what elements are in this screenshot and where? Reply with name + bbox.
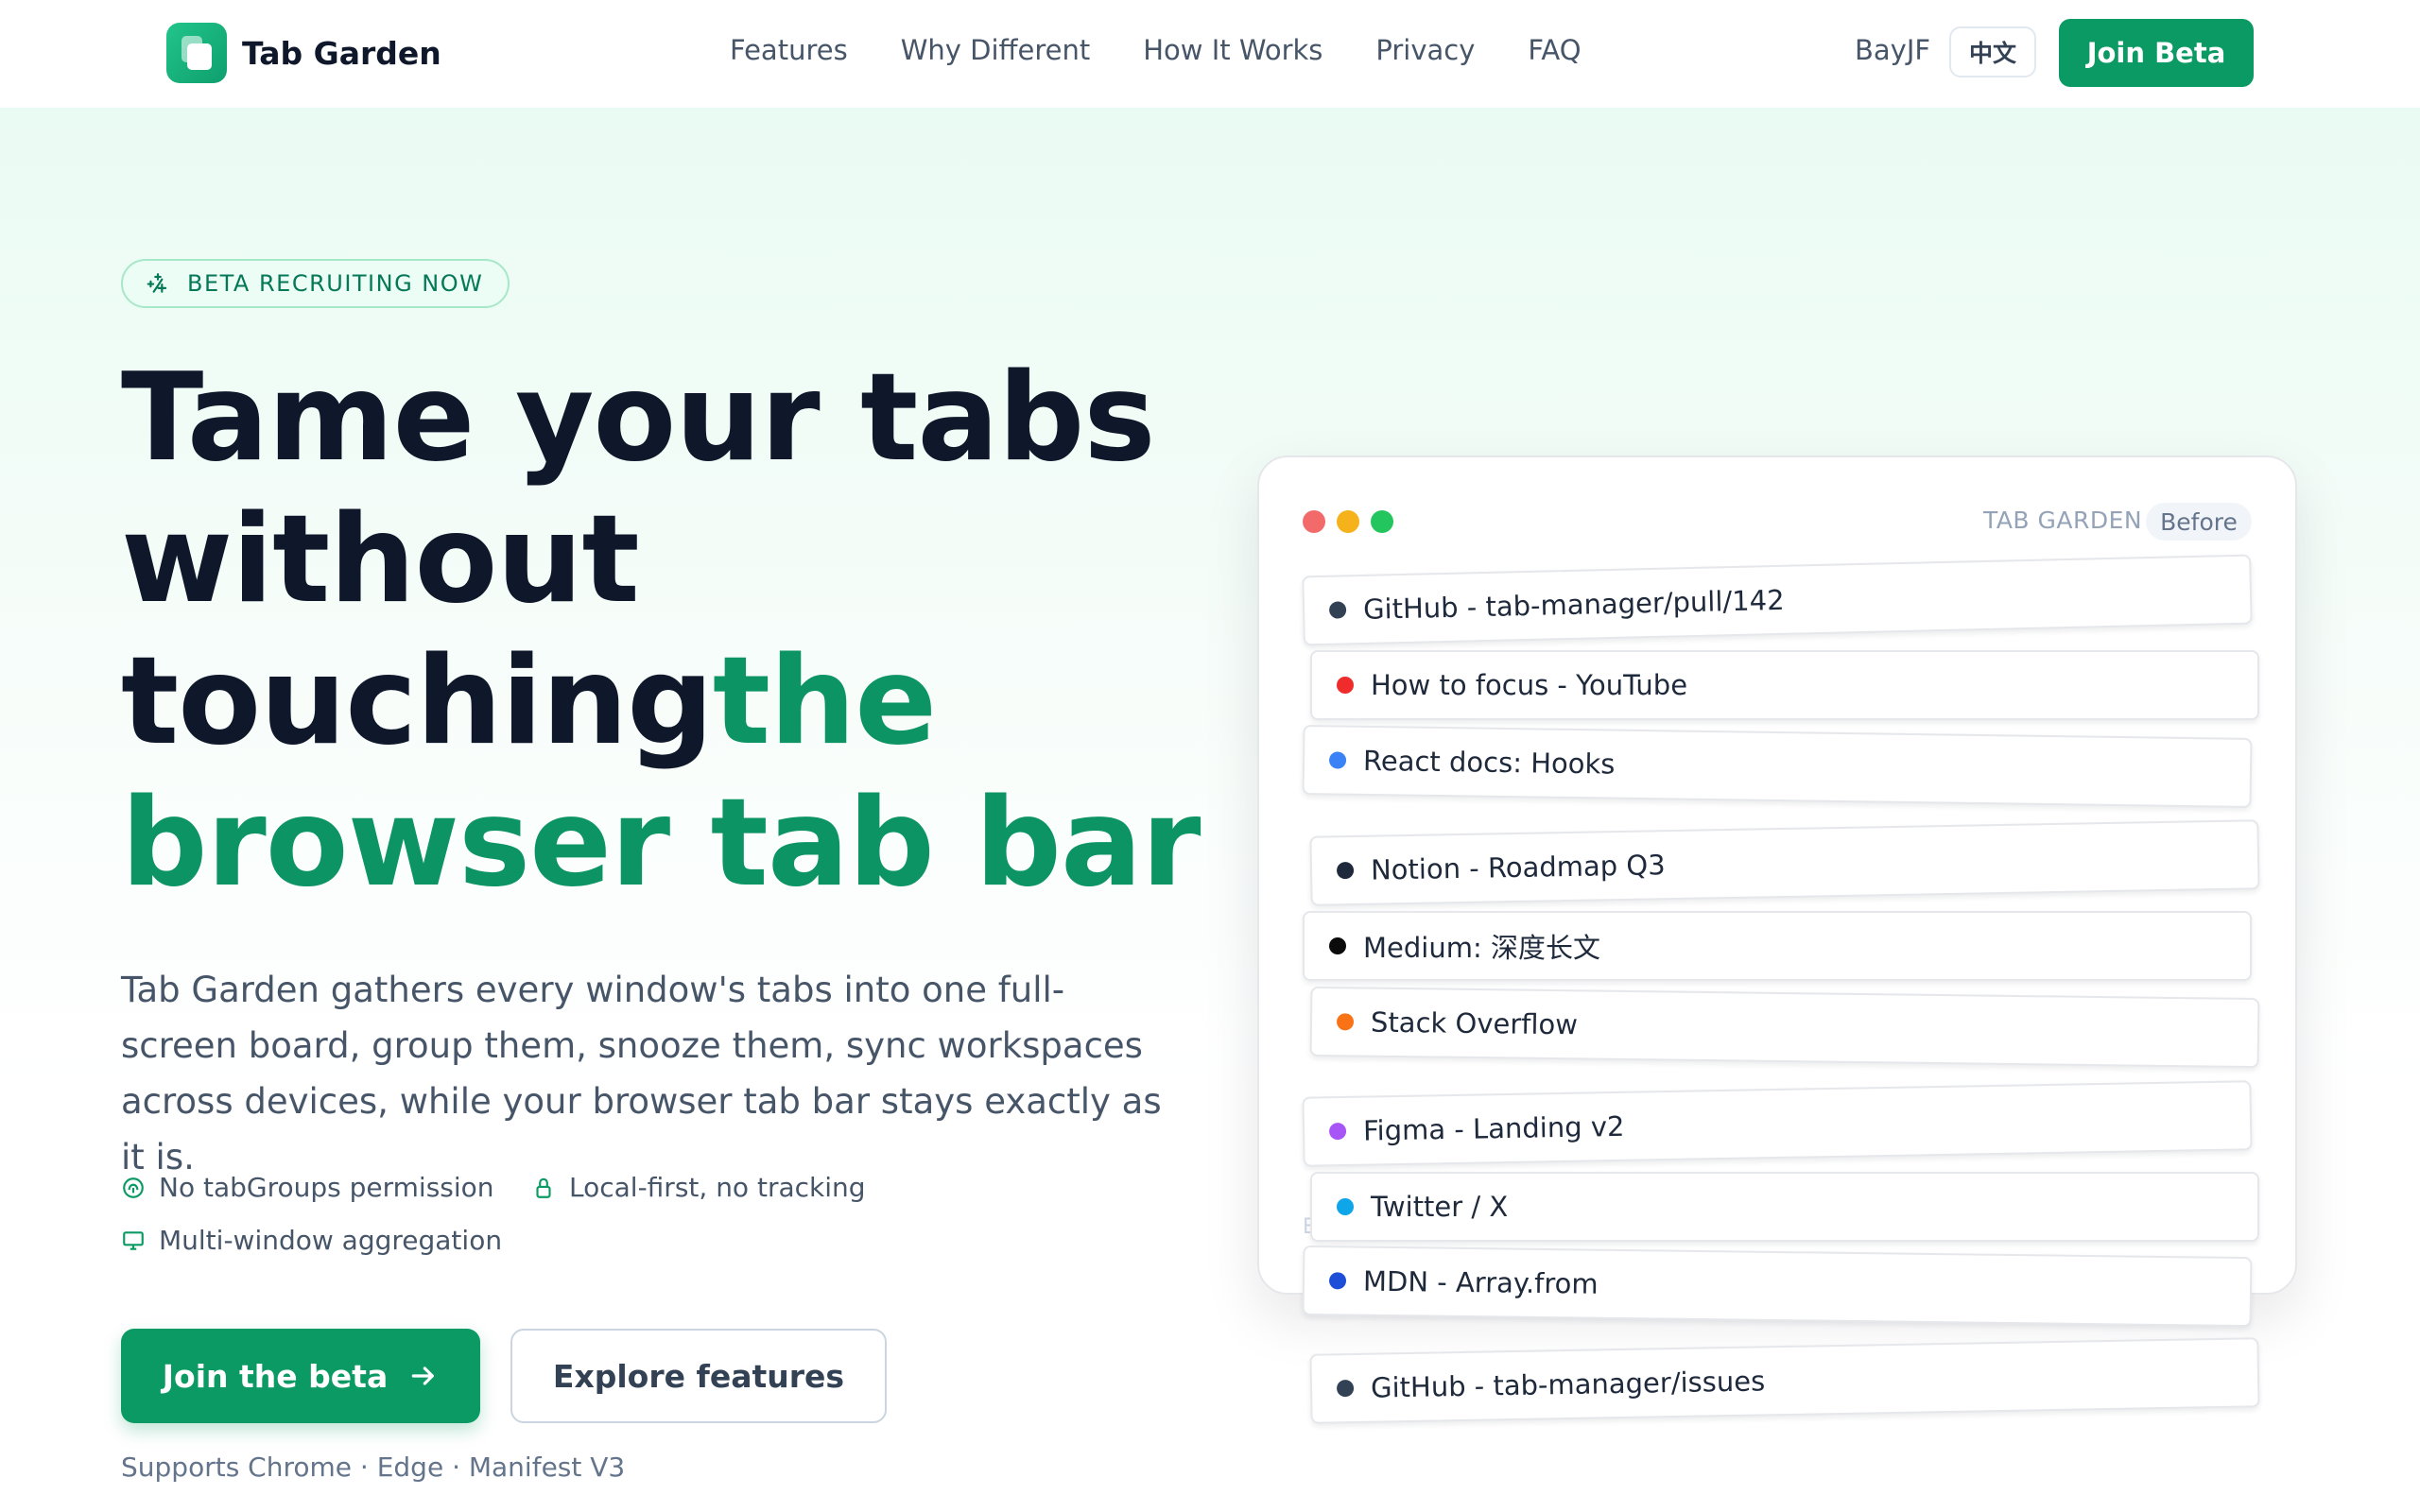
tab-card-label: GitHub - tab-manager/pull/142 — [1362, 583, 1785, 626]
browser-support-note: Supports Chrome · Edge · Manifest V3 — [121, 1452, 626, 1483]
feature-label: Multi-window aggregation — [159, 1225, 503, 1256]
feature-item: Local-first, no tracking — [531, 1172, 866, 1203]
feature-label: No tabGroups permission — [159, 1172, 494, 1203]
arrow-right-icon — [411, 1366, 435, 1385]
nav-faq[interactable]: FAQ — [1528, 34, 1581, 66]
before-state-pill: Before — [2146, 503, 2252, 541]
language-toggle-button[interactable]: 中文 — [1949, 26, 2036, 77]
tab-card[interactable]: Medium: 深度长文 — [1303, 911, 2252, 981]
nav-why-different[interactable]: Why Different — [901, 34, 1091, 66]
close-dot-icon — [1303, 510, 1325, 533]
hero-subtitle: Tab Garden gathers every window's tabs i… — [121, 970, 1162, 1177]
tab-card[interactable]: Twitter / X — [1310, 1172, 2259, 1242]
beta-badge: BETA RECRUITING NOW — [121, 259, 510, 308]
favicon-dot-icon — [1336, 1379, 1355, 1398]
top-nav-bar: Tab Garden Features Why Different How It… — [0, 0, 2420, 108]
favicon-dot-icon — [1328, 1122, 1347, 1141]
favicon-dot-icon — [1328, 1272, 1347, 1290]
sparkles-icon — [147, 273, 167, 293]
tab-card-label: GitHub - tab-manager/issues — [1370, 1365, 1766, 1404]
tab-card[interactable]: MDN - Array.from — [1302, 1245, 2253, 1328]
tab-card[interactable]: React docs: Hooks — [1302, 724, 2253, 809]
feature-item: Multi-window aggregation — [121, 1225, 502, 1256]
tab-garden-logo-icon — [166, 23, 227, 83]
maximize-dot-icon — [1371, 510, 1393, 533]
favicon-dot-icon — [1337, 677, 1354, 694]
beta-badge-label: BETA RECRUITING NOW — [187, 270, 484, 297]
tab-card-label: Notion - Roadmap Q3 — [1370, 849, 1666, 886]
tab-card-label: Twitter / X — [1371, 1191, 1509, 1223]
main-nav: Features Why Different How It Works Priv… — [730, 34, 1634, 66]
feature-label: Local-first, no tracking — [569, 1172, 866, 1203]
tab-card[interactable]: Stack Overflow — [1309, 986, 2260, 1069]
join-the-beta-button[interactable]: Join the beta — [121, 1329, 480, 1423]
cta-primary-label: Join the beta — [162, 1357, 389, 1395]
tab-card-label: Medium: 深度长文 — [1363, 932, 1600, 964]
explore-features-button[interactable]: Explore features — [510, 1329, 887, 1423]
nav-features[interactable]: Features — [730, 34, 848, 66]
headline-main: Tame your tabs without touching — [121, 348, 1155, 772]
tab-card[interactable]: How to focus - YouTube — [1310, 650, 2259, 720]
fingerprint-icon — [123, 1177, 144, 1198]
monitor-icon — [123, 1230, 144, 1250]
brand-logo[interactable]: Tab Garden — [166, 23, 441, 83]
nav-privacy[interactable]: Privacy — [1375, 34, 1475, 66]
lock-icon — [536, 1177, 551, 1198]
favicon-dot-icon — [1336, 1013, 1355, 1031]
window-traffic-lights — [1303, 510, 1393, 533]
favicon-dot-icon — [1328, 601, 1347, 619]
preview-window-title: TAB GARDEN — [1983, 507, 2143, 534]
brand-name: Tab Garden — [242, 34, 441, 72]
tab-card-label: How to focus - YouTube — [1371, 669, 1688, 701]
join-beta-button[interactable]: Join Beta — [2059, 19, 2254, 87]
tab-card-label: Figma - Landing v2 — [1362, 1109, 1625, 1147]
tab-card-label: React docs: Hooks — [1362, 744, 1616, 781]
tab-card-label: Stack Overflow — [1370, 1005, 1579, 1041]
favicon-dot-icon — [1336, 861, 1355, 880]
hero-headline: Tame your tabs without touchingthe brows… — [121, 348, 1236, 915]
favicon-dot-icon — [1328, 751, 1347, 769]
feature-item: No tabGroups permission — [121, 1172, 494, 1203]
tab-card-label: MDN - Array.from — [1362, 1264, 1599, 1300]
favicon-dot-icon — [1337, 1198, 1354, 1215]
favicon-dot-icon — [1329, 937, 1346, 954]
user-name[interactable]: BayJF — [1855, 34, 1930, 66]
nav-how-it-works[interactable]: How It Works — [1143, 34, 1322, 66]
minimize-dot-icon — [1337, 510, 1359, 533]
